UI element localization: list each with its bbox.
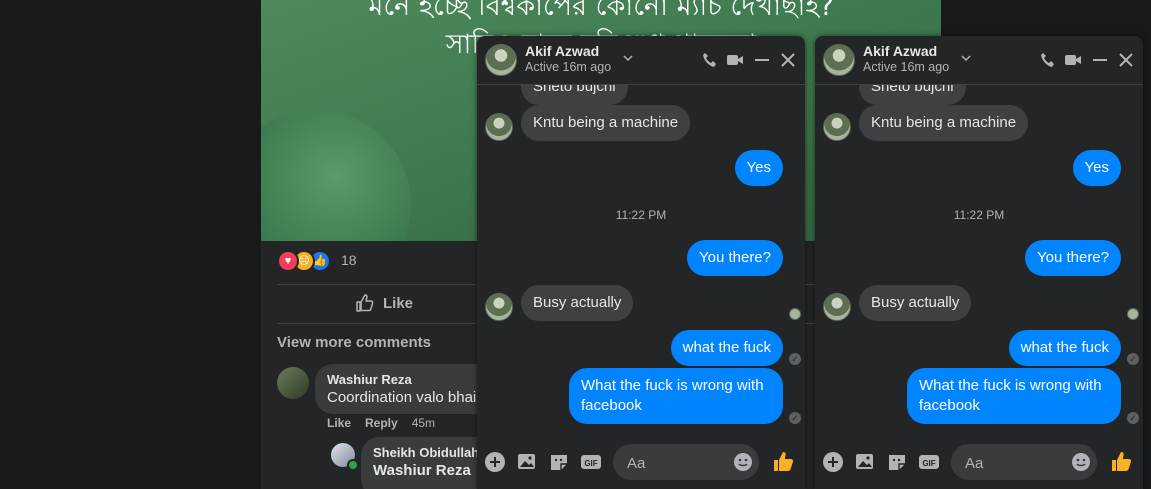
image-icon[interactable]	[854, 451, 876, 473]
composer-bar: GIF	[477, 437, 805, 489]
chat-header[interactable]: Akif Azwad Active 16m ago	[815, 36, 1143, 85]
love-reaction-icon: ♥	[277, 250, 299, 272]
plus-icon[interactable]	[822, 451, 844, 473]
emoji-icon[interactable]	[1071, 452, 1091, 472]
avatar[interactable]	[277, 367, 309, 399]
phone-icon[interactable]	[701, 51, 719, 69]
message-input[interactable]	[625, 444, 729, 482]
message-incoming[interactable]: Sheto bujchi	[521, 85, 628, 105]
comment-text: Coordination valo bhai	[327, 389, 477, 406]
contact-status: Active 16m ago	[525, 60, 612, 74]
composer-bar: GIF	[815, 437, 1143, 489]
video-icon[interactable]	[1064, 51, 1082, 69]
avatar	[823, 113, 851, 141]
message-outgoing[interactable]: what the fuck	[670, 330, 783, 366]
message-thread[interactable]: Sheto bujchi Kntu being a machine Yes 11…	[477, 85, 805, 437]
avatar	[485, 293, 513, 321]
chevron-down-icon[interactable]	[961, 53, 971, 63]
message-input[interactable]	[963, 444, 1067, 482]
sent-check-icon: ✓	[789, 412, 801, 424]
message-composer	[613, 444, 759, 482]
close-icon[interactable]	[1117, 51, 1135, 69]
minimize-icon[interactable]	[753, 51, 771, 69]
chat-header[interactable]: Akif Azwad Active 16m ago	[477, 36, 805, 85]
image-icon[interactable]	[516, 451, 538, 473]
sent-check-icon: ✓	[1127, 353, 1139, 365]
chevron-down-icon[interactable]	[623, 53, 633, 63]
reaction-count[interactable]: 18	[341, 252, 357, 268]
sticker-icon[interactable]	[548, 451, 570, 473]
message-incoming[interactable]: Busy actually	[521, 285, 634, 321]
comment-text: Washiur Reza	[373, 462, 471, 479]
thumbs-up-icon[interactable]	[1109, 450, 1133, 474]
contact-name[interactable]: Akif Azwad	[525, 43, 599, 59]
message-outgoing[interactable]: You there?	[1024, 240, 1121, 276]
like-button[interactable]: Like	[355, 292, 413, 314]
comment-reply-link[interactable]: Reply	[365, 416, 398, 430]
message-composer	[951, 444, 1097, 482]
message-outgoing[interactable]: What the fuck is wrong with facebook	[569, 368, 783, 424]
gif-icon[interactable]: GIF	[918, 451, 940, 473]
emoji-icon[interactable]	[733, 452, 753, 472]
sticker-icon[interactable]	[886, 451, 908, 473]
view-more-comments-link[interactable]: View more comments	[277, 334, 431, 351]
close-icon[interactable]	[779, 51, 797, 69]
message-outgoing[interactable]: Yes	[1072, 150, 1121, 186]
message-incoming[interactable]: Busy actually	[859, 285, 972, 321]
like-button-label: Like	[383, 294, 414, 312]
message-outgoing[interactable]: You there?	[686, 240, 783, 276]
message-timestamp: 11:22 PM	[953, 208, 1005, 222]
svg-text:GIF: GIF	[584, 459, 597, 468]
avatar[interactable]	[485, 44, 517, 76]
contact-status: Active 16m ago	[863, 60, 950, 74]
message-thread[interactable]: Sheto bujchi Kntu being a machine Yes 11…	[815, 85, 1143, 437]
chat-window: Akif Azwad Active 16m ago Sheto bujchi K…	[477, 36, 805, 489]
avatar[interactable]	[823, 44, 855, 76]
online-indicator	[347, 459, 359, 471]
svg-text:GIF: GIF	[922, 459, 935, 468]
phone-icon[interactable]	[1039, 51, 1057, 69]
message-incoming[interactable]: Kntu being a machine	[859, 105, 1029, 141]
seen-indicator	[1127, 308, 1139, 320]
sent-check-icon: ✓	[1127, 412, 1139, 424]
thumbs-up-icon[interactable]	[771, 450, 795, 474]
minimize-icon[interactable]	[1091, 51, 1109, 69]
comment-actions: Like Reply 45m	[327, 416, 435, 430]
comment-author[interactable]: Washiur Reza	[327, 372, 412, 387]
contact-name[interactable]: Akif Azwad	[863, 43, 937, 59]
comment-time[interactable]: 45m	[412, 416, 435, 430]
plus-icon[interactable]	[484, 451, 506, 473]
message-outgoing[interactable]: what the fuck	[1008, 330, 1121, 366]
chat-window: Akif Azwad Active 16m ago Sheto bujchi K…	[815, 36, 1143, 489]
message-incoming[interactable]: Sheto bujchi	[859, 85, 966, 105]
message-outgoing[interactable]: Yes	[734, 150, 783, 186]
avatar	[485, 113, 513, 141]
like-icon	[356, 294, 374, 312]
seen-indicator	[789, 308, 801, 320]
message-timestamp: 11:22 PM	[615, 208, 667, 222]
comment-author[interactable]: Sheikh Obidullah	[373, 445, 479, 460]
comment-like-link[interactable]: Like	[327, 416, 351, 430]
message-outgoing[interactable]: What the fuck is wrong with facebook	[907, 368, 1121, 424]
sent-check-icon: ✓	[789, 353, 801, 365]
gif-icon[interactable]: GIF	[580, 451, 602, 473]
football-graphic	[261, 110, 411, 241]
message-incoming[interactable]: Kntu being a machine	[521, 105, 691, 141]
avatar	[823, 293, 851, 321]
video-icon[interactable]	[726, 51, 744, 69]
